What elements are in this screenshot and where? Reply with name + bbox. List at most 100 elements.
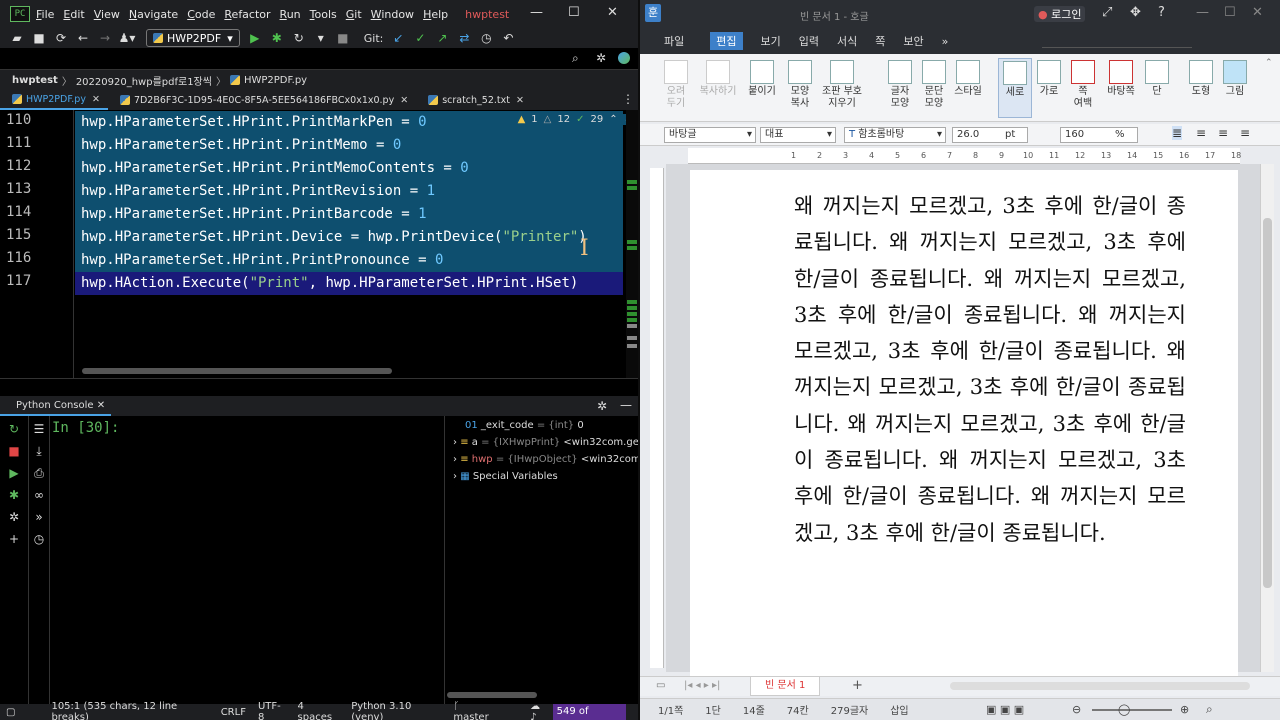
inspection-widget[interactable]: ▲ 1 △ 12 ✓ 29 ⌃ ⌄: [517, 114, 632, 125]
variable-row[interactable]: 01 _exit_code = {int} 0: [465, 420, 584, 431]
menu-file[interactable]: File: [36, 8, 54, 21]
git-push-icon[interactable]: ↗: [433, 31, 451, 45]
add-document-icon[interactable]: +: [852, 678, 863, 693]
save-icon[interactable]: ■: [30, 31, 48, 45]
minimize-icon[interactable]: —: [530, 5, 543, 20]
menu-view[interactable]: 보기: [761, 33, 781, 49]
menu-search-input[interactable]: [1042, 34, 1192, 48]
stop-icon[interactable]: ■: [334, 31, 352, 45]
status-mode[interactable]: 삽입: [890, 702, 908, 717]
style-select[interactable]: 바탕글 ▾: [664, 127, 756, 143]
menu-edit[interactable]: Edit: [63, 8, 84, 21]
menu-page[interactable]: 쪽: [875, 33, 885, 49]
vertical-scrollbar[interactable]: [1260, 164, 1274, 672]
variable-row[interactable]: › ≡ a = {IXHwpPrint} <win32com.gen: [453, 437, 638, 448]
view-mode-icons[interactable]: ▣ ▣ ▣: [986, 703, 1024, 716]
run-icon[interactable]: ▶: [246, 31, 264, 45]
tab-python-console[interactable]: Python Console ✕: [0, 396, 112, 416]
menu-view[interactable]: View: [94, 8, 120, 21]
search-icon[interactable]: ⌕: [1206, 702, 1213, 717]
zoom-input[interactable]: 160%: [1060, 127, 1138, 143]
code-line[interactable]: hwp.HParameterSet.HPrint.PrintPronounce …: [75, 249, 623, 272]
align-left-icon[interactable]: ≡: [1196, 126, 1206, 140]
coverage-icon[interactable]: ↻: [290, 31, 308, 45]
close-tab-icon[interactable]: ✕: [516, 95, 524, 106]
caret-position[interactable]: 105:1 (535 chars, 12 line breaks): [51, 701, 208, 720]
panel-divider[interactable]: [0, 378, 638, 396]
align-center-icon[interactable]: ≡: [1218, 126, 1228, 140]
format-painter-button[interactable]: 모양 복사: [780, 58, 820, 110]
cut-button[interactable]: 오려 두기: [656, 58, 696, 110]
align-justify-icon[interactable]: ≣: [1172, 126, 1183, 140]
python-interpreter[interactable]: Python 3.10 (venv): [351, 701, 441, 720]
code-editor[interactable]: 110 111 112 113 114 115 116 117 hwp.HPar…: [0, 110, 638, 378]
rollback-icon[interactable]: ↶: [499, 31, 517, 45]
minimize-panel-icon[interactable]: —: [620, 398, 632, 412]
document-area[interactable]: 왜 꺼지는지 모르겠고, 3초 후에 한/글이 종료됩니다. 왜 꺼지는지 모르…: [666, 164, 1260, 690]
close-tab-icon[interactable]: ✕: [92, 94, 100, 105]
horizontal-ruler[interactable]: 1 2 3 4 5 6 7 8 9 10 11 12 13 14 15 16 1…: [688, 148, 1241, 164]
align-right-icon[interactable]: ≡: [1240, 126, 1250, 140]
more-tabs-icon[interactable]: ⋮: [622, 92, 634, 106]
code-line[interactable]: hwp.HParameterSet.HPrint.PrintRevision =…: [75, 180, 623, 203]
close-tab-icon[interactable]: ✕: [97, 400, 105, 411]
vertical-ruler[interactable]: [650, 168, 664, 668]
copy-button[interactable]: 복사하기: [696, 58, 740, 98]
columns-button[interactable]: 단: [1140, 58, 1174, 98]
breadcrumb-folder[interactable]: 20220920_hwp를pdf로1장씩: [76, 73, 212, 88]
page-margin-button[interactable]: 쪽 여백: [1066, 58, 1100, 110]
language-select[interactable]: 대표 ▾: [760, 127, 836, 143]
tab-scratch[interactable]: scratch_52.txt ✕: [416, 90, 532, 110]
master-page-button[interactable]: 바탕쪽: [1102, 58, 1140, 98]
pin-icon[interactable]: ✥: [1130, 5, 1141, 20]
print-icon[interactable]: ⎙: [30, 466, 48, 481]
landscape-button[interactable]: 가로: [1032, 58, 1066, 98]
zoom-thumb-icon[interactable]: ◯: [1118, 703, 1130, 716]
error-stripe[interactable]: [626, 110, 638, 378]
breadcrumb-project[interactable]: hwptest: [12, 75, 58, 86]
stop-icon[interactable]: ■: [5, 444, 23, 458]
ribbon-collapse-icon[interactable]: ⌃: [1265, 58, 1273, 68]
tab-nav-icon[interactable]: |◂ ◂ ▸ ▸|: [684, 680, 720, 691]
font-size-input[interactable]: 26.0 pt: [952, 127, 1028, 143]
menu-navigate[interactable]: Navigate: [129, 8, 178, 21]
menu-git[interactable]: Git: [346, 8, 362, 21]
tab-guid-file[interactable]: 7D2B6F3C-1D95-4E0C-8F5A-5EE564186FBCx0x1…: [108, 90, 416, 110]
soft-wrap-icon[interactable]: ☰: [30, 422, 48, 436]
portrait-button[interactable]: 세로: [998, 58, 1032, 118]
horizontal-scrollbar[interactable]: [447, 692, 537, 698]
menu-refactor[interactable]: Refactor: [224, 8, 270, 21]
menu-window[interactable]: Window: [371, 8, 414, 21]
help-icon[interactable]: ?: [1158, 5, 1165, 20]
scroll-to-end-icon[interactable]: ⤓: [30, 444, 48, 459]
variable-row[interactable]: › ▦ Special Variables: [453, 471, 558, 482]
history-icon[interactable]: ◷: [30, 532, 48, 546]
notifications-icon[interactable]: ☁ ♪: [530, 701, 548, 720]
prev-highlight-icon[interactable]: ⌃: [609, 114, 617, 125]
close-icon[interactable]: ✕: [1252, 5, 1263, 20]
indent-setting[interactable]: 4 spaces: [298, 701, 340, 720]
search-icon[interactable]: ⌕: [572, 51, 579, 66]
horizontal-scrollbar[interactable]: [82, 368, 392, 374]
minimize-icon[interactable]: —: [1196, 5, 1209, 20]
add-console-icon[interactable]: +: [5, 532, 23, 546]
more-menu-icon[interactable]: »: [942, 35, 949, 48]
style-button[interactable]: 스타일: [948, 58, 988, 98]
git-branch-icon[interactable]: ⇄: [455, 31, 473, 45]
menu-security[interactable]: 보안: [903, 33, 923, 49]
code-line[interactable]: hwp.HParameterSet.HPrint.Device = hwp.Pr…: [75, 226, 623, 249]
more-run-icon[interactable]: ▾: [312, 31, 330, 45]
git-commit-icon[interactable]: ✓: [411, 31, 429, 45]
git-update-icon[interactable]: ↙: [389, 31, 407, 45]
run-icon[interactable]: ▶: [5, 466, 23, 480]
scroll-thumb[interactable]: [1263, 218, 1272, 588]
code-line[interactable]: hwp.HParameterSet.HPrint.PrintMemoConten…: [75, 157, 623, 180]
login-button[interactable]: ● 로그인: [1034, 6, 1086, 22]
code-line[interactable]: hwp.HParameterSet.HPrint.PrintMemo = 0: [75, 134, 623, 157]
picture-button[interactable]: 그림: [1218, 58, 1252, 98]
line-endings[interactable]: CRLF: [221, 707, 246, 718]
debug-icon[interactable]: ✱: [5, 488, 23, 502]
zoom-out-icon[interactable]: ⊖: [1072, 703, 1081, 716]
ide-update-icon[interactable]: [618, 52, 630, 64]
menu-file[interactable]: 파일: [664, 33, 684, 49]
